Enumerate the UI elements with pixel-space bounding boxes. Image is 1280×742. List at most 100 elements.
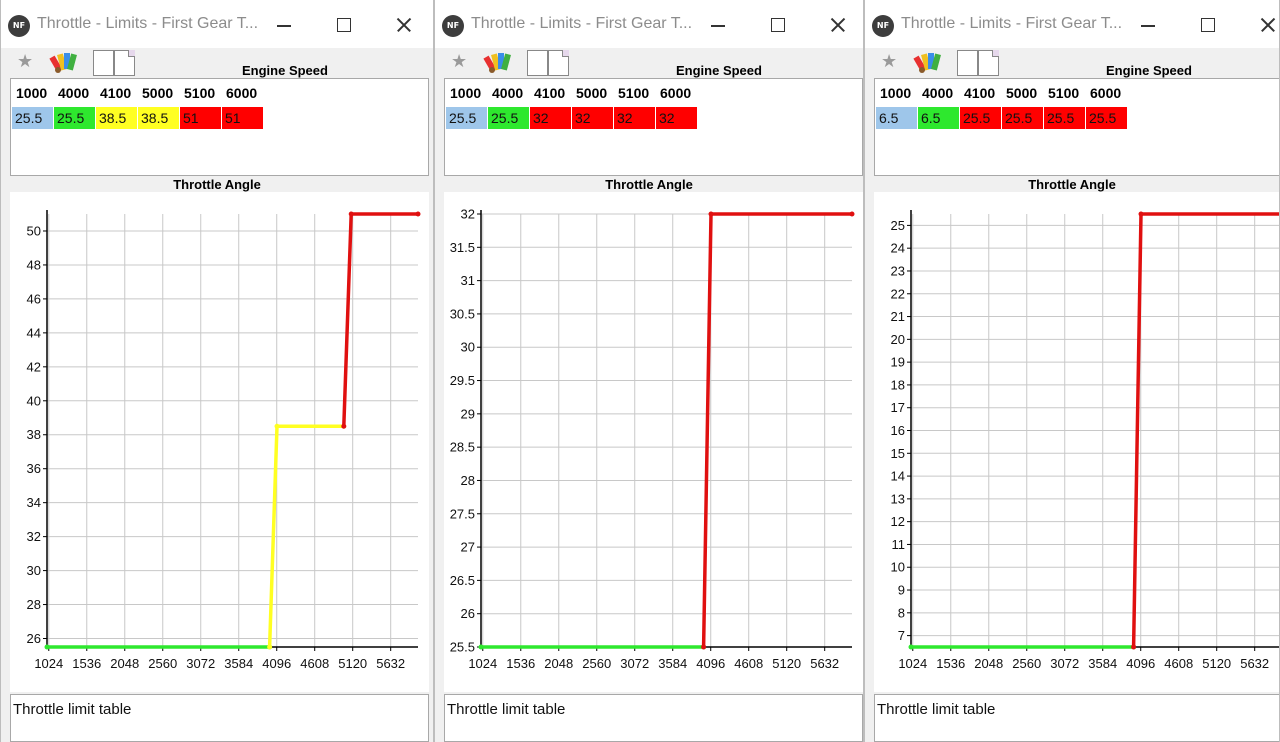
- data-point: [701, 644, 707, 650]
- table-cell[interactable]: 25.5: [1044, 107, 1085, 129]
- series-line: [701, 212, 852, 648]
- y-tick-label: 30: [461, 340, 475, 355]
- throttle-chart[interactable]: 25.5 26 26.5 27 27.5 28 28.5 29 29.5 30 30.5 31 31.5…: [444, 192, 863, 692]
- table-cell[interactable]: 6.5: [918, 107, 959, 129]
- table-cell[interactable]: 25.5: [54, 107, 95, 129]
- app-logo-icon: NF: [872, 15, 894, 37]
- copy-pages-icon[interactable]: [957, 50, 1001, 76]
- table-cell[interactable]: 25.5: [1086, 107, 1127, 129]
- chart-svg: 7 8 9 10 11 12 13 14 15 16 17 18 19 20 21 22 23 24 25 1024 1…: [891, 210, 1279, 671]
- y-tick-label: 26: [27, 631, 41, 646]
- data-point: [341, 423, 347, 429]
- y-tick-label: 31.5: [450, 240, 475, 255]
- table-cell[interactable]: 32: [614, 107, 655, 129]
- star-icon[interactable]: ★: [881, 51, 897, 72]
- window-title: Throttle - Limits - First Gear T...: [471, 15, 691, 32]
- copy-pages-icon[interactable]: [93, 50, 137, 76]
- y-tick-label: 44: [27, 325, 41, 340]
- maximize-button[interactable]: [1193, 10, 1223, 40]
- description-box[interactable]: Throttle limit table: [10, 694, 429, 742]
- table-cell[interactable]: 25.5: [1002, 107, 1043, 129]
- maximize-button[interactable]: [763, 10, 793, 40]
- close-button[interactable]: [823, 10, 853, 40]
- page-sheet-icon: [114, 50, 135, 76]
- throttle-angle-label: Throttle Angle: [1028, 177, 1116, 192]
- y-tick-label: 38: [27, 427, 41, 442]
- x-tick-label: 1536: [506, 656, 535, 671]
- color-palette-icon[interactable]: [49, 50, 79, 76]
- x-tick-label: 4096: [1126, 656, 1155, 671]
- throttle-window-1: NF Throttle - Limits - First Gear T... ★…: [0, 0, 434, 742]
- close-button[interactable]: [1253, 10, 1279, 40]
- table-cell[interactable]: 6.5: [876, 107, 917, 129]
- table-cell[interactable]: 25.5: [12, 107, 53, 129]
- copy-pages-icon[interactable]: [527, 50, 571, 76]
- y-tick-label: 9: [898, 583, 905, 598]
- table-cell[interactable]: 32: [530, 107, 571, 129]
- x-tick-label: 4608: [734, 656, 763, 671]
- table-cell[interactable]: 32: [656, 107, 697, 129]
- description-box[interactable]: Throttle limit table: [444, 694, 863, 742]
- column-header: 6000: [1090, 85, 1122, 101]
- data-point: [274, 423, 280, 429]
- table-cell[interactable]: 32: [572, 107, 613, 129]
- table-cell[interactable]: 51: [180, 107, 221, 129]
- x-tick-label: 5632: [376, 656, 405, 671]
- data-point: [708, 211, 714, 217]
- table-cell[interactable]: 25.5: [446, 107, 487, 129]
- close-button[interactable]: [389, 10, 419, 40]
- x-tick-label: 5632: [1240, 656, 1269, 671]
- x-tick-label: 3072: [1050, 656, 1079, 671]
- x-tick-label: 5120: [1202, 656, 1231, 671]
- y-tick-label: 11: [892, 537, 906, 552]
- throttle-chart[interactable]: 26 28 30 32 34 36 38 40 42 44 46 48 50 1024 1536 2048 25…: [10, 192, 429, 692]
- app-logo-icon: NF: [8, 15, 30, 37]
- data-point: [415, 211, 421, 217]
- y-tick-label: 20: [891, 332, 905, 347]
- table-cell[interactable]: 25.5: [960, 107, 1001, 129]
- color-palette-icon[interactable]: [913, 50, 943, 76]
- y-tick-label: 48: [27, 257, 41, 272]
- page-sheet-icon: [978, 50, 999, 76]
- column-header: 6000: [226, 85, 258, 101]
- y-tick-label: 28: [461, 473, 475, 488]
- column-header: 5000: [576, 85, 608, 101]
- y-tick-label: 28.5: [450, 440, 475, 455]
- table-cell[interactable]: 25.5: [488, 107, 529, 129]
- y-tick-label: 26.5: [450, 573, 475, 588]
- app-logo-icon: NF: [442, 15, 464, 37]
- x-tick-label: 3584: [1088, 656, 1117, 671]
- title-bar[interactable]: NF Throttle - Limits - First Gear T...: [865, 0, 1279, 48]
- x-tick-label: 1024: [34, 656, 63, 671]
- table-cell[interactable]: 38.5: [138, 107, 179, 129]
- x-tick-label: 5120: [772, 656, 801, 671]
- minimize-button[interactable]: [269, 10, 299, 40]
- chart-svg: 25.5 26 26.5 27 27.5 28 28.5 29 29.5 30 30.5 31 31.5…: [450, 207, 855, 671]
- column-header: 5000: [1006, 85, 1038, 101]
- title-bar[interactable]: NF Throttle - Limits - First Gear T...: [435, 0, 863, 48]
- table-cell[interactable]: 51: [222, 107, 263, 129]
- title-bar[interactable]: NF Throttle - Limits - First Gear T...: [1, 0, 433, 48]
- column-header: 1000: [880, 85, 912, 101]
- minimize-button[interactable]: [703, 10, 733, 40]
- color-palette-icon[interactable]: [483, 50, 513, 76]
- y-tick-label: 19: [891, 355, 905, 370]
- throttle-chart[interactable]: 7 8 9 10 11 12 13 14 15 16 17 18 19 20 21 22 23 24 25 1024 1…: [874, 192, 1279, 692]
- y-tick-label: 32: [461, 207, 475, 222]
- throttle-window-2: NF Throttle - Limits - First Gear T... ★…: [434, 0, 864, 742]
- x-tick-label: 2560: [582, 656, 611, 671]
- description-box[interactable]: Throttle limit table: [874, 694, 1279, 742]
- star-icon[interactable]: ★: [17, 51, 33, 72]
- minimize-button[interactable]: [1133, 10, 1163, 40]
- y-tick-label: 31: [461, 273, 475, 288]
- x-tick-label: 2048: [544, 656, 573, 671]
- x-tick-label: 4096: [696, 656, 725, 671]
- maximize-button[interactable]: [329, 10, 359, 40]
- y-tick-label: 23: [891, 263, 905, 278]
- star-icon[interactable]: ★: [451, 51, 467, 72]
- y-tick-label: 12: [891, 514, 905, 529]
- y-tick-label: 25: [891, 218, 905, 233]
- x-tick-label: 4608: [300, 656, 329, 671]
- x-tick-label: 2560: [1012, 656, 1041, 671]
- table-cell[interactable]: 38.5: [96, 107, 137, 129]
